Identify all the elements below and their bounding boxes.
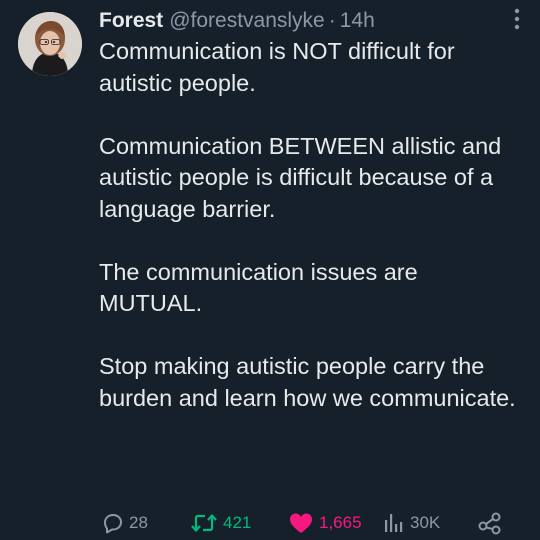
like-icon (290, 513, 312, 533)
share-button[interactable] (477, 509, 503, 537)
tweet: Forest @forestvanslyke · 14h Communicati… (0, 0, 540, 540)
reply-count: 28 (129, 513, 148, 532)
reply-icon (104, 514, 122, 534)
retweet-icon (191, 514, 217, 532)
share-icon (478, 512, 501, 535)
tweet-header: Forest @forestvanslyke · 14h (99, 6, 520, 36)
more-icon (514, 8, 520, 30)
views-count: 30K (410, 513, 441, 532)
retweet-count: 421 (223, 513, 252, 532)
like-count: 1,665 (319, 513, 362, 532)
reply-button[interactable]: 28 (100, 509, 148, 537)
author-handle[interactable]: @forestvanslyke (169, 9, 325, 33)
avatar-image (18, 12, 82, 76)
tweet-actions: 28 421 1,665 30K (100, 509, 526, 537)
more-options-button[interactable] (514, 8, 520, 30)
tweet-paragraph: Communication BETWEEN allistic and autis… (99, 132, 502, 222)
header-separator: · (328, 9, 336, 32)
tweet-timestamp[interactable]: 14h (340, 9, 375, 33)
author-display-name[interactable]: Forest (99, 9, 163, 33)
views-icon (385, 514, 403, 532)
views-button[interactable]: 30K (383, 509, 440, 537)
avatar[interactable] (18, 12, 82, 76)
retweet-button[interactable]: 421 (190, 509, 251, 537)
tweet-paragraph: Stop making autistic people carry the bu… (99, 353, 516, 411)
like-button[interactable]: 1,665 (288, 509, 362, 537)
tweet-paragraph: Communication is NOT difficult for autis… (99, 38, 455, 96)
tweet-paragraph: The communication issues are MUTUAL. (99, 258, 418, 317)
tweet-text: Communication is NOT difficult for autis… (99, 36, 524, 414)
